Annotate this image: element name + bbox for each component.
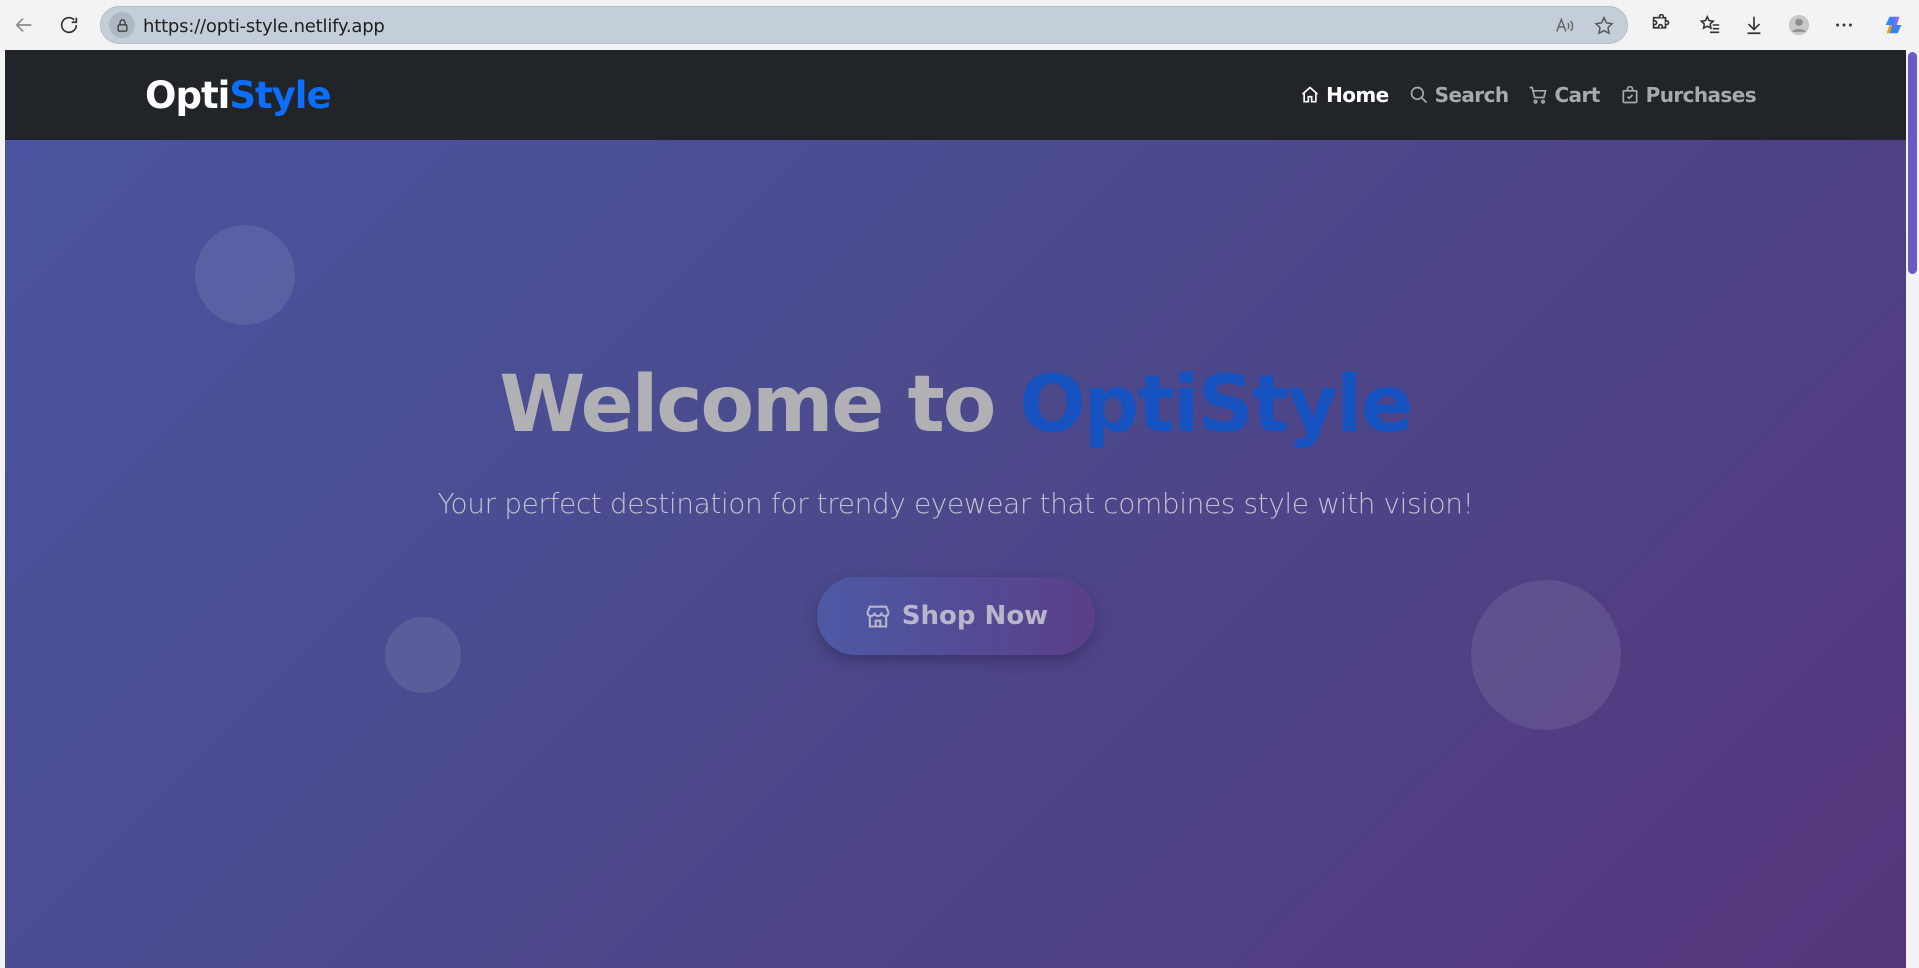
nav-link-cart-label: Cart <box>1554 83 1600 107</box>
back-arrow-icon <box>15 17 32 33</box>
search-icon <box>1410 86 1427 104</box>
more-dots-icon <box>1836 23 1852 27</box>
download-icon <box>1747 16 1761 35</box>
refresh-icon <box>60 16 78 34</box>
decorative-bubble <box>195 225 295 325</box>
home-icon <box>1302 86 1319 103</box>
site-navbar: OptiStyle Home Search Cart Purchases <box>5 50 1906 140</box>
favorite-button[interactable] <box>1592 14 1616 38</box>
hero-title-brand: OptiStyle <box>1019 360 1413 450</box>
address-bar[interactable]: https://opti-style.netlify.app <box>100 6 1628 44</box>
profile-button[interactable] <box>1783 9 1815 41</box>
more-menu-button[interactable] <box>1828 9 1860 41</box>
nav-link-purchases[interactable]: Purchases <box>1620 83 1757 107</box>
nav-link-home[interactable]: Home <box>1300 83 1389 107</box>
hero-title-welcome: Welcome to <box>499 360 1020 450</box>
nav-link-purchases-label: Purchases <box>1645 83 1757 107</box>
page-scrollbar[interactable] <box>1906 50 1919 968</box>
puzzle-icon <box>1652 14 1670 29</box>
favorites-list-icon <box>1699 14 1720 34</box>
read-aloud-button[interactable] <box>1553 14 1577 38</box>
website-viewport: OptiStyle Home Search Cart Purchases Wel… <box>5 50 1906 968</box>
back-button[interactable] <box>8 9 40 41</box>
nav-link-search[interactable]: Search <box>1409 83 1509 107</box>
hero-subtitle: Your perfect destination for trendy eyew… <box>437 487 1474 520</box>
nav-link-home-label: Home <box>1326 83 1389 107</box>
copilot-icon <box>1885 16 1902 34</box>
cart-icon <box>1530 86 1548 104</box>
shop-now-button[interactable]: Shop Now <box>817 577 1095 655</box>
copilot-button[interactable] <box>1878 9 1910 41</box>
brand-logo[interactable]: OptiStyle <box>145 74 332 117</box>
favorites-button[interactable] <box>1694 9 1726 41</box>
shop-now-label: Shop Now <box>901 601 1049 631</box>
scrollbar-thumb[interactable] <box>1908 52 1917 274</box>
refresh-button[interactable] <box>53 9 85 41</box>
downloads-button[interactable] <box>1738 9 1770 41</box>
url-text[interactable]: https://opti-style.netlify.app <box>143 16 385 37</box>
decorative-bubble <box>1471 580 1621 730</box>
extensions-button[interactable] <box>1644 9 1676 41</box>
hero-title: Welcome to OptiStyle <box>5 360 1906 450</box>
bag-check-icon <box>1622 85 1638 104</box>
shop-icon <box>866 605 890 628</box>
nav-links: Home Search Cart Purchases <box>1300 83 1757 107</box>
nav-link-search-label: Search <box>1434 83 1509 107</box>
read-aloud-icon <box>1556 17 1574 32</box>
decorative-bubble <box>385 617 461 693</box>
lock-icon <box>117 18 127 32</box>
hero-section: Welcome to OptiStyle Your perfect destin… <box>5 140 1906 968</box>
brand-logo-part2: Style <box>229 74 331 117</box>
avatar-icon <box>1788 14 1810 36</box>
nav-link-cart[interactable]: Cart <box>1528 83 1600 107</box>
star-icon <box>1594 16 1614 35</box>
brand-logo-part1: Opti <box>145 74 230 117</box>
browser-toolbar: https://opti-style.netlify.app <box>0 0 1919 50</box>
site-info-button[interactable] <box>109 12 135 38</box>
